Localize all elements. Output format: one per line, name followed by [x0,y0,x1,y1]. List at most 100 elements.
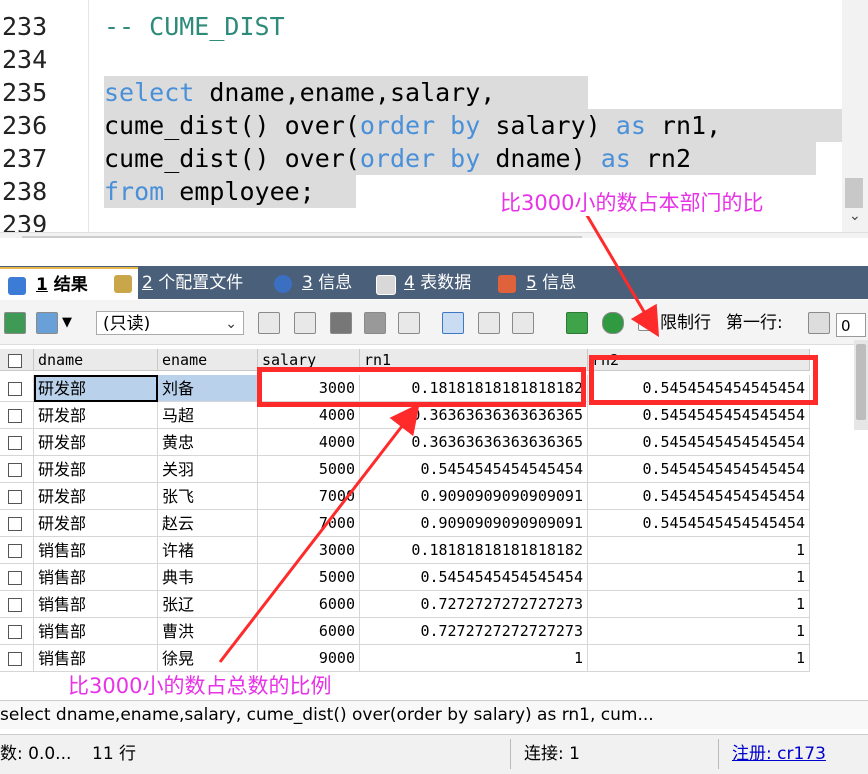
table-row[interactable]: 研发部 张飞 7000 0.9090909090909091 0.54545454545… [0,483,810,510]
cell-rn1[interactable]: 0.9090909090909091 [360,483,588,510]
first-row-input[interactable]: 0 [836,313,866,337]
cell-rn2[interactable]: 0.5454545454545454 [588,483,810,510]
cell-salary[interactable]: 6000 [258,618,360,645]
row-checkbox[interactable] [8,571,22,585]
row-selector[interactable] [0,591,34,618]
cell-ename[interactable]: 刘备 [158,375,258,402]
cell-rn2[interactable]: 1 [588,564,810,591]
row-checkbox[interactable] [8,544,22,558]
cell-ename[interactable]: 许褚 [158,537,258,564]
cell-salary[interactable]: 4000 [258,429,360,456]
chevron-right-icon[interactable]: › [820,234,826,238]
row-selector[interactable] [0,510,34,537]
column-header-dname[interactable]: dname [34,349,158,371]
editor-horizontal-scrollbar[interactable]: ‹ › [0,232,868,238]
table-row[interactable]: 研发部 关羽 5000 0.5454545454545454 0.54545454545… [0,456,810,483]
row-selector[interactable] [0,375,34,402]
table-row[interactable]: 销售部 张辽 6000 0.7272727272727273 1 [0,591,810,618]
cell-salary[interactable]: 7000 [258,483,360,510]
cell-dname[interactable]: 研发部 [34,429,158,456]
cell-rn1[interactable]: 0.7272727272727273 [360,591,588,618]
cell-rn2[interactable]: 1 [588,591,810,618]
cell-ename[interactable]: 马超 [158,402,258,429]
cell-rn1[interactable]: 0.18181818181818182 [360,537,588,564]
row-selector[interactable] [0,645,34,672]
cell-ename[interactable]: 赵云 [158,510,258,537]
cell-ename[interactable]: 典韦 [158,564,258,591]
cell-dname[interactable]: 销售部 [34,645,158,672]
text-view-icon[interactable] [512,312,534,334]
grid-view-icon[interactable] [442,312,464,334]
cell-rn2[interactable]: 1 [588,645,810,672]
cell-ename[interactable]: 徐晃 [158,645,258,672]
cell-salary[interactable]: 3000 [258,537,360,564]
column-header-ename[interactable]: ename [158,349,258,371]
scrollbar-thumb[interactable] [845,178,863,208]
cell-ename[interactable]: 黄忠 [158,429,258,456]
duplicate-row-icon[interactable] [294,312,316,334]
row-selector[interactable] [0,618,34,645]
cancel-icon[interactable] [398,312,420,334]
scrollbar-thumb[interactable] [856,344,866,420]
cell-dname[interactable]: 研发部 [34,510,158,537]
row-checkbox[interactable] [8,409,22,423]
cell-salary[interactable]: 7000 [258,510,360,537]
cell-rn1[interactable]: 0.36363636363636365 [360,429,588,456]
row-selector[interactable] [0,564,34,591]
cell-rn2[interactable]: 0.5454545454545454 [588,429,810,456]
cell-ename[interactable]: 曹洪 [158,618,258,645]
cell-dname[interactable]: 销售部 [34,537,158,564]
scrollbar-thumb[interactable] [22,236,582,238]
chevron-left-icon[interactable]: ‹ [5,234,11,238]
cell-dname[interactable]: 销售部 [34,591,158,618]
cell-rn1[interactable]: 0.9090909090909091 [360,510,588,537]
row-checkbox[interactable] [8,517,22,531]
table-row[interactable]: 销售部 曹洪 6000 0.7272727272727273 1 [0,618,810,645]
add-row-icon[interactable] [258,312,280,334]
grid-vertical-scrollbar[interactable] [854,340,868,430]
cell-ename[interactable]: 张飞 [158,483,258,510]
row-selector[interactable] [0,429,34,456]
row-checkbox[interactable] [8,463,22,477]
tab-info-5[interactable]: 5 信息 [490,269,622,297]
export-icon[interactable] [4,312,26,334]
cell-rn1[interactable]: 0.5454545454545454 [360,456,588,483]
table-row[interactable]: 销售部 许褚 3000 0.18181818181818182 1 [0,537,810,564]
cell-dname[interactable]: 销售部 [34,618,158,645]
table-row[interactable]: 销售部 典韦 5000 0.5454545454545454 1 [0,564,810,591]
chevron-down-icon[interactable]: ▼ [62,312,72,334]
cell-salary[interactable]: 5000 [258,456,360,483]
select-all-header[interactable] [0,349,34,371]
cell-rn2[interactable]: 0.5454545454545454 [588,456,810,483]
editor-vertical-scrollbar[interactable]: ⌄ [842,0,868,232]
cell-dname[interactable]: 研发部 [34,456,158,483]
row-selector[interactable] [0,456,34,483]
cell-rn2[interactable]: 1 [588,537,810,564]
chevron-down-icon[interactable]: ⌄ [849,208,861,224]
cell-dname[interactable]: 研发部 [34,375,158,402]
cell-salary[interactable]: 6000 [258,591,360,618]
delete-icon[interactable] [364,312,386,334]
cell-rn2[interactable]: 0.5454545454545454 [588,402,810,429]
row-checkbox[interactable] [8,436,22,450]
cell-rn1[interactable]: 1 [360,645,588,672]
checkbox[interactable] [8,354,22,368]
cell-dname[interactable]: 销售部 [34,564,158,591]
row-selector[interactable] [0,537,34,564]
row-selector[interactable] [0,402,34,429]
cell-salary[interactable]: 9000 [258,645,360,672]
limit-rows-checkbox[interactable] [638,315,654,331]
cell-rn2[interactable]: 1 [588,618,810,645]
row-checkbox[interactable] [8,652,22,666]
cell-salary[interactable]: 5000 [258,564,360,591]
cell-rn2[interactable]: 0.5454545454545454 [588,510,810,537]
cell-dname[interactable]: 研发部 [34,402,158,429]
save-icon[interactable] [330,312,352,334]
table-row[interactable]: 研发部 赵云 7000 0.9090909090909091 0.54545454545… [0,510,810,537]
row-checkbox[interactable] [8,382,22,396]
cell-ename[interactable]: 关羽 [158,456,258,483]
row-checkbox[interactable] [8,598,22,612]
table-row[interactable]: 研发部 黄忠 4000 0.36363636363636365 0.5454545454… [0,429,810,456]
row-selector[interactable] [0,483,34,510]
table-row[interactable]: 销售部 徐晃 9000 1 1 [0,645,810,672]
